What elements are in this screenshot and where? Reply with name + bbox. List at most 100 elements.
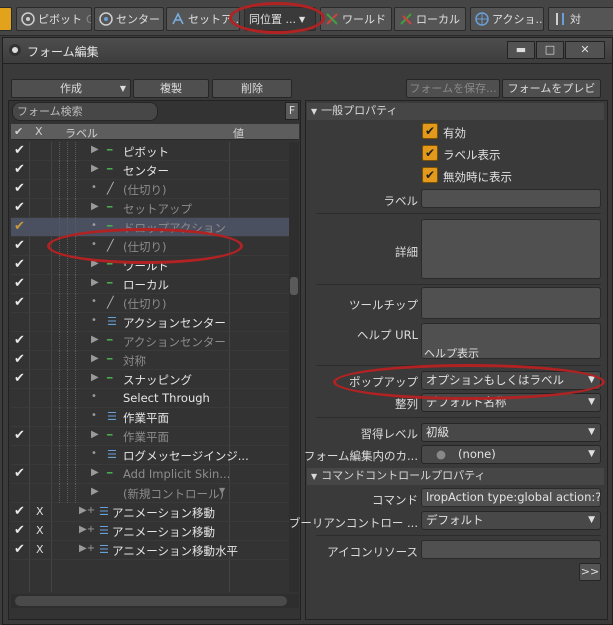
tree-node-icon[interactable]: •	[91, 391, 97, 402]
filter-button[interactable]: F	[285, 102, 299, 120]
tree-row[interactable]: ✔ X ☰ ▶+ アニメーション移動	[11, 522, 289, 541]
show-when-disabled-checkbox[interactable]: ✔	[422, 167, 438, 183]
enabled-toggle[interactable]: ✔	[14, 238, 26, 253]
close-button[interactable]: ✕	[565, 41, 605, 59]
tree-node-icon[interactable]: •	[91, 182, 97, 193]
enabled-checkbox[interactable]: ✔	[422, 123, 438, 139]
enabled-toggle[interactable]: ✔	[14, 542, 26, 557]
enabled-toggle[interactable]: ✔	[14, 181, 26, 196]
expand-arrow-icon[interactable]: ▶+	[79, 524, 95, 535]
tooltip-textarea[interactable]	[421, 287, 601, 319]
enabled-toggle[interactable]: ✔	[14, 162, 26, 177]
icon-resource-input[interactable]	[421, 540, 601, 559]
enabled-toggle[interactable]: ✔	[14, 371, 26, 386]
expand-arrow-icon[interactable]: ▶	[91, 334, 99, 345]
expand-arrow-icon[interactable]: ▶	[91, 467, 99, 478]
tree-node-icon[interactable]: •	[91, 410, 97, 421]
command-properties-header[interactable]: ▼ コマンドコントロールプロパティ	[307, 468, 604, 485]
tree-node-icon[interactable]: •	[91, 296, 97, 307]
tree-row[interactable]: ✔ X ☰ ▶+ アニメーション移動	[11, 503, 289, 522]
boolean-control-dropdown[interactable]: デフォルト ▼	[421, 511, 601, 530]
window-titlebar[interactable]: フォーム編集 ▬ □ ✕	[3, 38, 612, 64]
maximize-button[interactable]: □	[536, 41, 564, 59]
tree-row[interactable]: ✔ ▶ ━ Add Implicit Skin...	[11, 465, 289, 484]
chevron-down-icon[interactable]: ▼	[219, 486, 225, 495]
tree-row[interactable]: ✔ ▶ ━ センター	[11, 161, 289, 180]
command-input[interactable]: lropAction type:global action:?	[421, 488, 601, 507]
save-form-button[interactable]: フォームを保存...	[406, 79, 500, 98]
expand-arrow-icon[interactable]: ▶	[91, 163, 99, 174]
control-icon: ━	[107, 279, 113, 289]
tree-row[interactable]: ✔ ▶ ━ 作業平面	[11, 427, 289, 446]
enabled-toggle[interactable]: ✔	[14, 428, 26, 443]
enabled-toggle[interactable]: ✔	[14, 257, 26, 272]
local-button[interactable]: ローカル	[394, 7, 466, 31]
expand-button[interactable]: >>	[579, 563, 601, 581]
tree-row[interactable]: • ☰ 作業平面	[11, 408, 289, 427]
enabled-toggle[interactable]: ✔	[14, 466, 26, 481]
tree-row[interactable]: ✔ ▶ ━ 対称	[11, 351, 289, 370]
enabled-toggle[interactable]: ✔	[14, 276, 26, 291]
general-properties-header[interactable]: ▼ 一般プロパティ	[307, 103, 604, 120]
tree-node-icon[interactable]: •	[91, 448, 97, 459]
tree-row[interactable]: • ☰ アクションセンター	[11, 313, 289, 332]
enabled-toggle[interactable]: ✔	[14, 352, 26, 367]
create-dropdown[interactable]: 作成 ▼	[11, 79, 131, 98]
delete-button[interactable]: 削除	[212, 79, 292, 98]
expand-arrow-icon[interactable]: ▶	[91, 144, 99, 155]
enabled-toggle[interactable]: ✔	[14, 295, 26, 310]
skill-level-dropdown[interactable]: 初級 ▼	[421, 423, 601, 442]
tree-row[interactable]: ✔ ▶ ━ アクションセンター	[11, 332, 289, 351]
show-label-checkbox[interactable]: ✔	[422, 145, 438, 161]
duplicate-button[interactable]: 複製	[133, 79, 209, 98]
column-value[interactable]: 値	[233, 125, 244, 141]
tree-row[interactable]: ✔ • ╱ (仕切り)	[11, 294, 289, 313]
tree-row[interactable]: ✔ ▶ ━ セットアップ	[11, 199, 289, 218]
expand-arrow-icon[interactable]: ▶	[91, 429, 99, 440]
form-category-dropdown[interactable]: ● (none) ▼	[421, 445, 601, 464]
pivot-button[interactable]: ピボット G	[16, 7, 92, 31]
tree-row[interactable]: ✔ ▶ ━ ローカル	[11, 275, 289, 294]
tree-row[interactable]: ▶ (新規コントロール) ▼	[11, 484, 289, 503]
enabled-toggle[interactable]: ✔	[14, 219, 26, 234]
tree-row[interactable]: • Select Through	[11, 389, 289, 408]
center-button[interactable]: センター	[94, 7, 164, 31]
vertical-scroll-thumb[interactable]	[290, 277, 298, 295]
x-toggle[interactable]: X	[36, 524, 46, 537]
tree-row[interactable]: ✔ ▶ ━ スナッピング	[11, 370, 289, 389]
tree-row[interactable]: • ☰ ログメッセージインジ...	[11, 446, 289, 465]
expand-arrow-icon[interactable]: ▶	[91, 201, 99, 212]
x-toggle[interactable]: X	[36, 505, 46, 518]
enabled-toggle[interactable]: ✔	[14, 143, 26, 158]
world-button[interactable]: ワールド	[320, 7, 392, 31]
expand-arrow-icon[interactable]: ▶	[91, 372, 99, 383]
enabled-toggle[interactable]: ✔	[14, 504, 26, 519]
expand-arrow-icon[interactable]: ▶	[91, 486, 99, 497]
minimize-button[interactable]: ▬	[507, 41, 535, 59]
expand-arrow-icon[interactable]: ▶	[91, 277, 99, 288]
center-label: センター	[116, 13, 160, 26]
expand-arrow-icon[interactable]: ▶+	[79, 543, 95, 554]
column-x[interactable]: X	[35, 125, 43, 138]
toolbar-edge-button[interactable]	[0, 7, 12, 31]
tree-node-icon[interactable]: •	[91, 315, 97, 326]
tree-row[interactable]: ✔ X ☰ ▶+ アニメーション移動水平	[11, 541, 289, 560]
horizontal-scroll-thumb[interactable]	[15, 596, 287, 606]
enabled-toggle[interactable]: ✔	[14, 523, 26, 538]
preview-form-button[interactable]: フォームをプレビュー	[502, 79, 601, 112]
enabled-toggle[interactable]: ✔	[14, 200, 26, 215]
column-enabled[interactable]: ✔	[14, 125, 23, 138]
expand-arrow-icon[interactable]: ▶+	[79, 505, 95, 516]
detail-textarea[interactable]	[421, 219, 601, 279]
expand-arrow-icon[interactable]: ▶	[91, 353, 99, 364]
label-input[interactable]	[421, 189, 601, 208]
form-search-input[interactable]: フォーム検索	[12, 102, 158, 121]
help-url-input[interactable]: ヘルプ表示	[421, 323, 601, 360]
tree-row[interactable]: ✔ • ╱ (仕切り)	[11, 180, 289, 199]
tree-row[interactable]: ✔ ▶ ━ ピボット	[11, 142, 289, 161]
column-label[interactable]: ラベル	[65, 125, 98, 141]
symmetry-button[interactable]: 対	[548, 7, 613, 31]
x-toggle[interactable]: X	[36, 543, 46, 556]
action-center-button[interactable]: アクショ...	[470, 7, 544, 31]
enabled-toggle[interactable]: ✔	[14, 333, 26, 348]
